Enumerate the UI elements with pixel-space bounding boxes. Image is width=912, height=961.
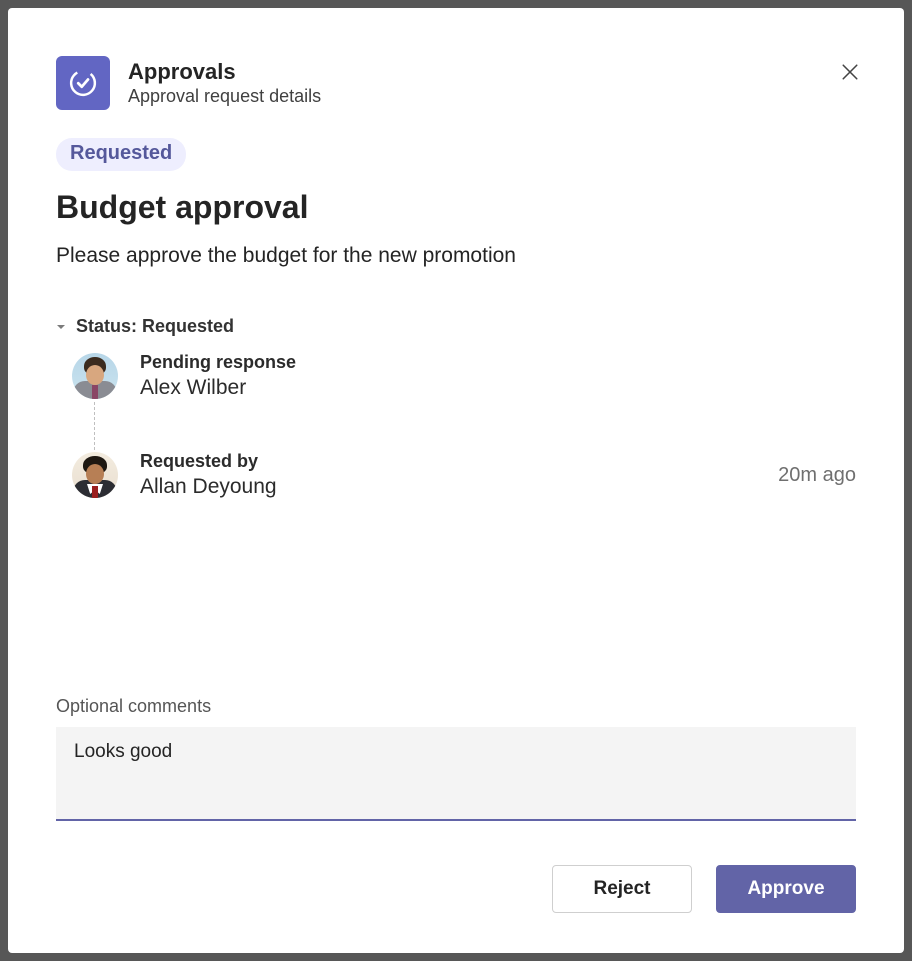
status-toggle[interactable]: Status: Requested: [56, 316, 856, 337]
dialog-footer: Reject Approve: [56, 865, 856, 913]
pending-label: Pending response: [140, 351, 856, 374]
requester-row: Requested by Allan Deyoung 20m ago: [56, 450, 856, 501]
approvals-app-icon: [56, 56, 110, 110]
approve-button[interactable]: Approve: [716, 865, 856, 913]
dialog-header: Approvals Approval request details: [56, 56, 856, 110]
pending-approver-row: Pending response Alex Wilber: [56, 351, 856, 402]
status-badge: Requested: [56, 138, 186, 171]
checkmark-circle-icon: [68, 68, 98, 98]
comments-input[interactable]: [56, 727, 856, 821]
request-title: Budget approval: [56, 189, 856, 226]
requester-name: Allan Deyoung: [140, 473, 756, 500]
reject-button[interactable]: Reject: [552, 865, 692, 913]
approval-dialog: Approvals Approval request details Reque…: [8, 8, 904, 953]
request-description: Please approve the budget for the new pr…: [56, 244, 856, 268]
close-button[interactable]: [836, 58, 864, 86]
chevron-down-icon: [56, 321, 68, 333]
avatar: [72, 452, 118, 498]
connector-line: [94, 402, 95, 450]
request-timestamp: 20m ago: [778, 464, 856, 487]
app-title: Approvals: [128, 58, 321, 86]
pending-name: Alex Wilber: [140, 374, 856, 401]
status-label: Status: Requested: [76, 316, 234, 337]
close-icon: [841, 63, 859, 81]
avatar: [72, 353, 118, 399]
app-subtitle: Approval request details: [128, 85, 321, 108]
requested-by-label: Requested by: [140, 450, 756, 473]
comments-label: Optional comments: [56, 696, 856, 717]
header-text: Approvals Approval request details: [128, 58, 321, 109]
